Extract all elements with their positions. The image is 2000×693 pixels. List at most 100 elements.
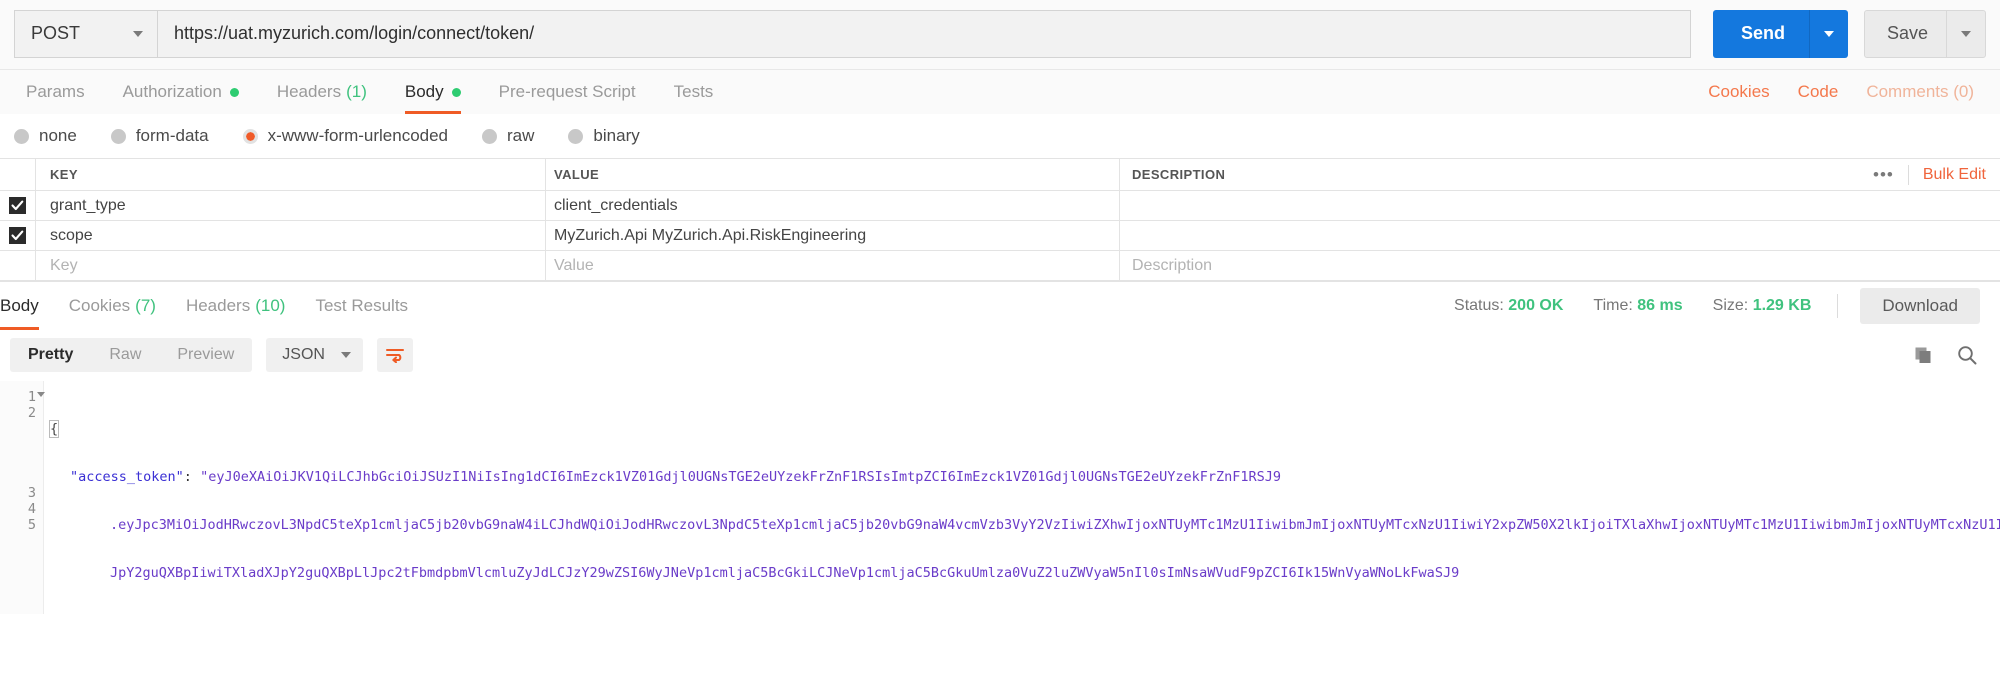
save-button[interactable]: Save: [1864, 10, 1986, 58]
response-tab-test-results[interactable]: Test Results: [315, 282, 408, 330]
line-number: 1: [0, 389, 43, 405]
body-type-none[interactable]: none: [14, 126, 77, 146]
response-tabs-list: Body Cookies (7) Headers (10) Test Resul…: [0, 282, 438, 330]
column-header-key: KEY: [36, 159, 546, 190]
size-value: 1.29 KB: [1753, 297, 1812, 314]
view-preview[interactable]: Preview: [159, 338, 252, 372]
row-description[interactable]: [1120, 221, 2000, 250]
row-checkbox-checked[interactable]: [9, 227, 26, 244]
response-tab-body-label: Body: [0, 296, 39, 316]
view-pretty[interactable]: Pretty: [10, 338, 91, 372]
search-button[interactable]: [1950, 338, 1984, 372]
body-type-urlencoded-label: x-www-form-urlencoded: [268, 126, 448, 146]
body-type-form-data-label: form-data: [136, 126, 209, 146]
row-value[interactable]: client_credentials: [546, 191, 1120, 220]
column-header-description: DESCRIPTION: [1132, 167, 1225, 182]
column-header-value: VALUE: [546, 159, 1120, 190]
body-type-none-label: none: [39, 126, 77, 146]
word-wrap-icon: [385, 347, 405, 363]
params-table-header: KEY VALUE DESCRIPTION ••• Bulk Edit: [0, 159, 2000, 191]
column-header-description-wrap: DESCRIPTION ••• Bulk Edit: [1120, 159, 2000, 190]
status-value: 200 OK: [1508, 297, 1563, 314]
http-method-select[interactable]: POST: [14, 10, 157, 58]
request-url-input[interactable]: [157, 10, 1691, 58]
code-line: "access_token": "eyJ0eXAiOiJKV1QiLCJhbGc…: [50, 469, 2000, 485]
tab-authorization-label: Authorization: [123, 82, 222, 102]
tab-body[interactable]: Body: [405, 70, 461, 114]
row-value[interactable]: MyZurich.Api MyZurich.Api.RiskEngineerin…: [546, 221, 1120, 250]
send-options-button[interactable]: [1810, 10, 1848, 58]
response-tab-body[interactable]: Body: [0, 282, 39, 330]
body-type-form-data[interactable]: form-data: [111, 126, 209, 146]
table-row-new[interactable]: Key Value Description: [0, 251, 2000, 281]
header-checkbox-cell: [0, 159, 36, 190]
code-link[interactable]: Code: [1798, 82, 1839, 102]
row-key[interactable]: scope: [36, 221, 546, 250]
request-tabs-actions: Cookies Code Comments (0): [1680, 70, 1974, 114]
tab-tests[interactable]: Tests: [674, 70, 714, 114]
cookies-link[interactable]: Cookies: [1708, 82, 1769, 102]
line-number-spacer: [0, 421, 43, 437]
status-dot-icon: [230, 88, 239, 97]
response-tab-cookies[interactable]: Cookies (7): [69, 282, 156, 330]
row-key[interactable]: grant_type: [36, 191, 546, 220]
status-badge: Status: 200 OK: [1454, 297, 1563, 315]
size-label: Size:: [1713, 297, 1749, 314]
view-raw[interactable]: Raw: [91, 338, 159, 372]
code-line: .eyJpc3MiOiJodHRwczovL3NpdC5teXp1cmljaC5…: [50, 517, 2000, 533]
body-type-urlencoded[interactable]: x-www-form-urlencoded: [243, 126, 448, 146]
code-content[interactable]: { "access_token": "eyJ0eXAiOiJKV1QiLCJhb…: [44, 381, 2000, 614]
table-row[interactable]: scope MyZurich.Api MyZurich.Api.RiskEngi…: [0, 221, 2000, 251]
chevron-down-icon: [1824, 31, 1834, 37]
radio-icon: [111, 129, 126, 144]
time-value: 86 ms: [1637, 297, 1682, 314]
body-type-binary-label: binary: [593, 126, 639, 146]
body-type-raw[interactable]: raw: [482, 126, 534, 146]
response-body-tools: [1896, 338, 1984, 372]
save-options-button[interactable]: [1947, 10, 1985, 58]
new-row-value-input[interactable]: Value: [546, 251, 1120, 280]
tab-authorization[interactable]: Authorization: [123, 70, 239, 114]
copy-icon: [1913, 345, 1934, 366]
request-url-bar: POST Send Save: [0, 0, 2000, 70]
tab-pre-request-script-label: Pre-request Script: [499, 82, 636, 102]
response-tab-cookies-label: Cookies: [69, 296, 130, 316]
new-row-description-input[interactable]: Description: [1120, 251, 2000, 280]
more-options-icon[interactable]: •••: [1859, 165, 1908, 185]
response-body-code[interactable]: 1 2 3 4 5 { "access_token": "eyJ0eXAiOiJ…: [0, 381, 2000, 614]
download-button[interactable]: Download: [1860, 288, 1980, 324]
size-badge: Size: 1.29 KB: [1713, 297, 1812, 315]
response-format-select[interactable]: JSON: [266, 338, 363, 372]
json-value-access-token-seg-3: -8oUgszhe6NiJBU2YUo1AOW8Z85mjAdO0qiNMCMo…: [110, 613, 931, 614]
word-wrap-toggle[interactable]: [377, 338, 413, 372]
chevron-down-icon: [1961, 31, 1971, 37]
new-row-key-input[interactable]: Key: [36, 251, 546, 280]
row-checkbox-checked[interactable]: [9, 197, 26, 214]
request-tabs: Params Authorization Headers (1) Body Pr…: [0, 70, 2000, 114]
radio-icon: [568, 129, 583, 144]
code-line: {: [50, 421, 2000, 437]
body-type-raw-label: raw: [507, 126, 534, 146]
tab-pre-request-script[interactable]: Pre-request Script: [499, 70, 636, 114]
params-table-actions: ••• Bulk Edit: [1859, 165, 2000, 185]
table-row[interactable]: grant_type client_credentials: [0, 191, 2000, 221]
row-description[interactable]: [1120, 191, 2000, 220]
code-line: JpY2guQXBpIiwiTXladXJpY2guQXBpLlJpc2tFbm…: [50, 565, 2000, 581]
radio-icon: [482, 129, 497, 144]
tab-params[interactable]: Params: [26, 70, 85, 114]
copy-button[interactable]: [1906, 338, 1940, 372]
tab-headers[interactable]: Headers (1): [277, 70, 367, 114]
send-button[interactable]: Send: [1713, 10, 1848, 58]
chevron-down-icon: [341, 352, 351, 358]
fold-arrow-icon[interactable]: [37, 392, 45, 397]
response-tab-test-results-label: Test Results: [315, 296, 408, 316]
body-type-binary[interactable]: binary: [568, 126, 639, 146]
json-value-access-token-seg-0: "eyJ0eXAiOiJKV1QiLCJhbGciOiJSUzI1NiIsIng…: [200, 469, 1281, 485]
response-tab-headers[interactable]: Headers (10): [186, 282, 286, 330]
response-tab-cookies-count: (7): [135, 296, 156, 316]
http-method-label: POST: [31, 23, 80, 44]
comments-link[interactable]: Comments (0): [1866, 82, 1974, 102]
line-number-spacer: [0, 469, 43, 485]
response-view-switcher: Pretty Raw Preview: [10, 338, 252, 372]
bulk-edit-button[interactable]: Bulk Edit: [1909, 166, 1986, 184]
